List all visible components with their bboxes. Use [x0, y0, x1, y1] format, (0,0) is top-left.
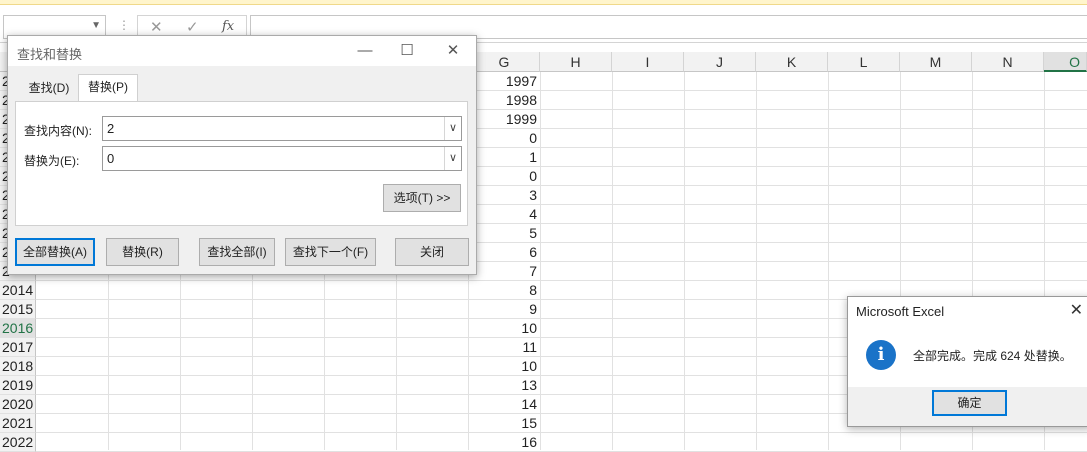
column-header[interactable]: O	[1044, 52, 1087, 72]
row-header[interactable]: 2019	[0, 376, 36, 395]
function-icon[interactable]: fx	[222, 19, 234, 34]
cell[interactable]: 16	[469, 433, 540, 452]
close-icon[interactable]: ✕	[1070, 300, 1083, 320]
cell[interactable]: 0	[469, 167, 540, 186]
chevron-down-icon[interactable]: ▼	[91, 20, 101, 31]
cell[interactable]: 0	[469, 129, 540, 148]
column-header[interactable]: K	[756, 52, 828, 72]
close-button[interactable]: 关闭	[395, 238, 469, 266]
find-value: 2	[107, 121, 115, 136]
chevron-down-icon[interactable]: ∨	[444, 117, 461, 140]
row-header[interactable]: 2018	[0, 357, 36, 376]
options-button[interactable]: 选项(T) >>	[383, 184, 461, 212]
row-header[interactable]: 2020	[0, 395, 36, 414]
cell[interactable]: 9	[469, 300, 540, 319]
chevron-down-icon[interactable]: ∨	[444, 147, 461, 170]
grid-line	[36, 432, 1087, 433]
cancel-icon[interactable]: ✕	[150, 18, 163, 36]
replace-all-button[interactable]: 全部替换(A)	[15, 238, 95, 266]
drag-handle-icon[interactable]: ⋮	[118, 18, 130, 32]
column-header[interactable]: H	[540, 52, 612, 72]
message-titlebar[interactable]: Microsoft Excel ✕	[848, 297, 1087, 325]
cell[interactable]: 8	[469, 281, 540, 300]
row-header[interactable]: 2014	[0, 281, 36, 300]
message-box: Microsoft Excel ✕ i 全部完成。完成 624 处替换。 确定	[847, 296, 1087, 427]
message-text: 全部完成。完成 624 处替换。	[913, 349, 1072, 363]
cell[interactable]: 5	[469, 224, 540, 243]
cell[interactable]: 3	[469, 186, 540, 205]
ok-button[interactable]: 确定	[932, 390, 1007, 416]
maximize-icon[interactable]: ☐	[396, 40, 418, 62]
replace-panel: 查找内容(N): 2 ∨ 替换为(E): 0 ∨ 选项(T) >>	[15, 101, 468, 226]
find-next-button[interactable]: 查找下一个(F)	[285, 238, 376, 266]
find-all-button[interactable]: 查找全部(I)	[199, 238, 275, 266]
row-header[interactable]: 2015	[0, 300, 36, 319]
tab-replace[interactable]: 替换(P)	[78, 74, 138, 101]
replace-input[interactable]: 0 ∨	[102, 146, 462, 171]
minimize-icon[interactable]: —	[354, 40, 376, 62]
cell[interactable]: 1998	[469, 91, 540, 110]
find-input[interactable]: 2 ∨	[102, 116, 462, 141]
dialog-title: 查找和替换	[17, 47, 83, 62]
row-header[interactable]: 2017	[0, 338, 36, 357]
replace-button[interactable]: 替换(R)	[106, 238, 179, 266]
column-header[interactable]: M	[900, 52, 972, 72]
cell[interactable]: 7	[469, 262, 540, 281]
row-header[interactable]: 2021	[0, 414, 36, 433]
column-header[interactable]: L	[828, 52, 900, 72]
message-body: i 全部完成。完成 624 处替换。	[848, 325, 1087, 387]
close-icon[interactable]: ✕	[442, 40, 464, 62]
cell[interactable]: 1999	[469, 110, 540, 129]
dialog-titlebar[interactable]: 查找和替换 — ☐ ✕	[8, 36, 476, 66]
cell[interactable]: 14	[469, 395, 540, 414]
cell[interactable]: 4	[469, 205, 540, 224]
cell[interactable]: 6	[469, 243, 540, 262]
cell[interactable]: 10	[469, 319, 540, 338]
column-header[interactable]: N	[972, 52, 1044, 72]
column-header[interactable]: I	[612, 52, 684, 72]
column-header[interactable]: J	[684, 52, 756, 72]
tab-find[interactable]: 查找(D)	[20, 76, 78, 101]
replace-label: 替换为(E):	[24, 154, 80, 168]
cell[interactable]: 11	[469, 338, 540, 357]
cell[interactable]: 13	[469, 376, 540, 395]
row-header[interactable]: 2022	[0, 433, 36, 452]
find-label: 查找内容(N):	[24, 124, 92, 138]
cell[interactable]: 1997	[469, 72, 540, 91]
replace-value: 0	[107, 151, 115, 166]
grid-line	[36, 280, 1087, 281]
cell[interactable]: 10	[469, 357, 540, 376]
message-title: Microsoft Excel	[856, 304, 945, 319]
column-header[interactable]: G	[469, 52, 540, 72]
row-header[interactable]: 2016	[0, 319, 36, 338]
info-icon: i	[866, 340, 896, 370]
enter-icon[interactable]: ✓	[186, 18, 199, 36]
cell[interactable]: 15	[469, 414, 540, 433]
cell[interactable]: 1	[469, 148, 540, 167]
find-replace-dialog: 查找和替换 — ☐ ✕ 查找(D) 替换(P) 查找内容(N): 2 ∨ 替换为…	[7, 35, 477, 275]
